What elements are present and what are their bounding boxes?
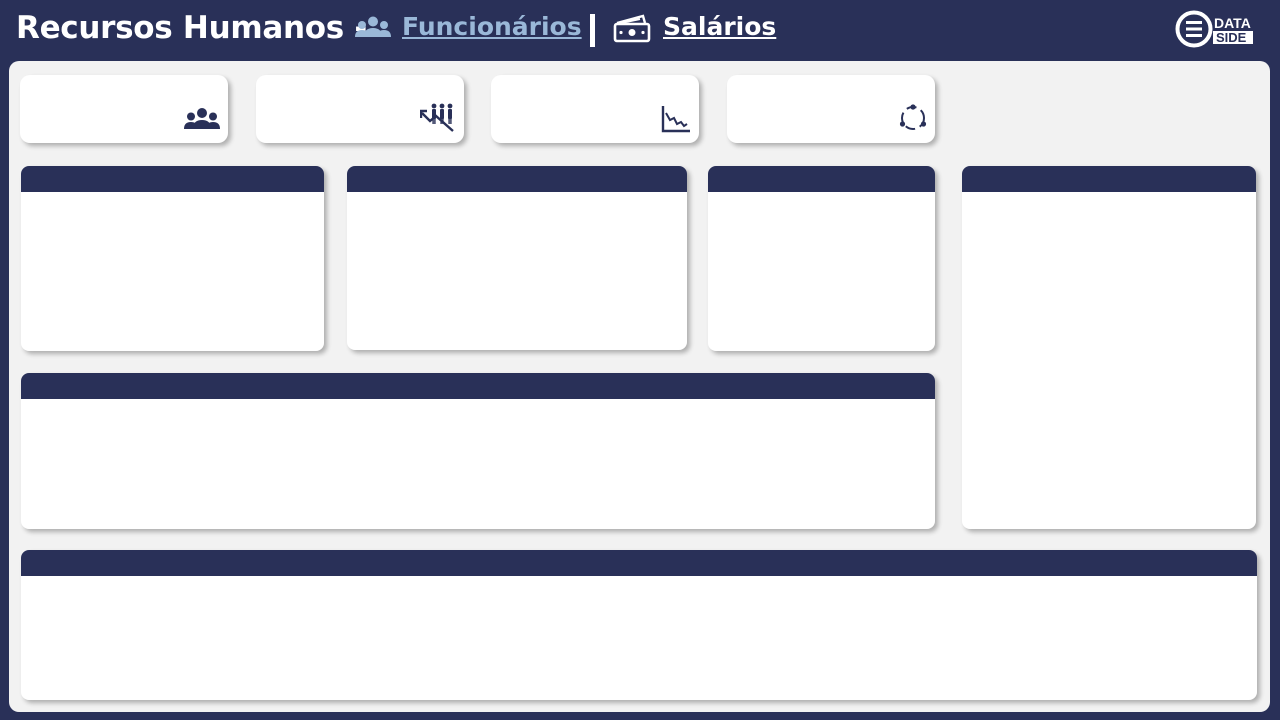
chart-panel-1 bbox=[21, 166, 324, 351]
panel-body bbox=[21, 399, 935, 529]
svg-text:SIDE: SIDE bbox=[1216, 30, 1247, 45]
panel-header bbox=[708, 166, 935, 192]
turnover-cycle-icon bbox=[899, 103, 927, 137]
money-icon[interactable] bbox=[613, 14, 651, 48]
people-group-icon[interactable] bbox=[355, 16, 391, 46]
panel-body bbox=[347, 192, 687, 350]
panel-header bbox=[347, 166, 687, 192]
chart-panel-5 bbox=[21, 373, 935, 529]
dataside-logo: DATA SIDE bbox=[1174, 9, 1256, 53]
people-decline-icon bbox=[419, 103, 456, 137]
people-group-icon bbox=[184, 107, 220, 137]
panel-body bbox=[21, 576, 1257, 700]
page-title: Recursos Humanos - bbox=[16, 10, 367, 46]
panel-body bbox=[21, 192, 324, 351]
kpi-card-rate bbox=[491, 75, 699, 143]
panel-header bbox=[21, 166, 324, 192]
line-chart-down-icon bbox=[661, 105, 691, 137]
panel-header bbox=[21, 373, 935, 399]
nav-link-funcionarios[interactable]: Funcionários bbox=[402, 12, 582, 41]
kpi-card-turnover bbox=[727, 75, 935, 143]
kpi-card-headcount bbox=[20, 75, 228, 143]
nav-separator bbox=[590, 14, 595, 47]
panel-header bbox=[962, 166, 1256, 192]
chart-panel-2 bbox=[347, 166, 687, 350]
header-bar: Recursos Humanos - Funcionários Salários bbox=[0, 0, 1280, 60]
panel-body bbox=[708, 192, 935, 351]
svg-text:DATA: DATA bbox=[1214, 15, 1251, 31]
chart-panel-4 bbox=[962, 166, 1256, 529]
kpi-card-dismissals bbox=[256, 75, 464, 143]
panel-body bbox=[962, 192, 1256, 529]
chart-panel-6 bbox=[21, 550, 1257, 700]
panel-header bbox=[21, 550, 1257, 576]
chart-panel-3 bbox=[708, 166, 935, 351]
nav-link-salarios[interactable]: Salários bbox=[663, 12, 776, 41]
